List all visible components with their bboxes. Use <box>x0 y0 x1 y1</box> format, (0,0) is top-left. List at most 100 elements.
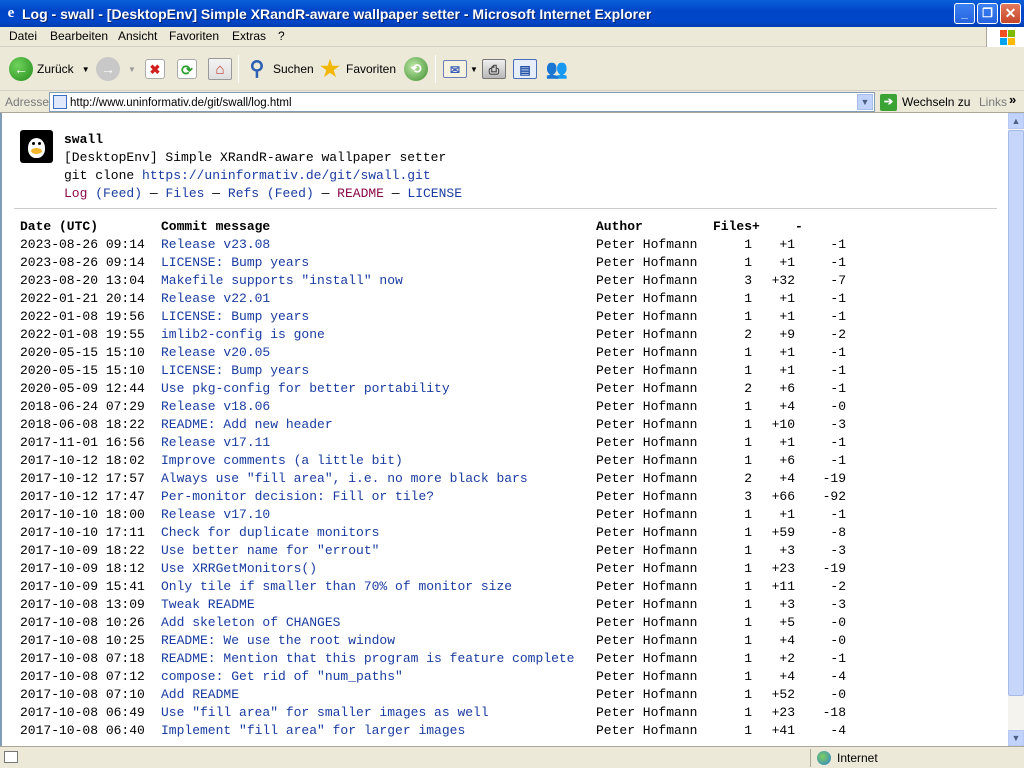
commit-files: 1 <box>744 578 753 594</box>
home-button[interactable]: ⌂ <box>208 53 232 85</box>
commit-message-link[interactable]: Improve comments (a little bit) <box>161 453 403 468</box>
commit-message-link[interactable]: Use better name for "errout" <box>161 543 379 558</box>
commit-message-link[interactable]: Add README <box>161 687 239 702</box>
mail-button[interactable]: ✉ ▼ <box>443 53 478 85</box>
commit-date: 2018-06-08 18:22 <box>20 416 145 432</box>
commit-added: +23 <box>771 704 796 720</box>
menu-view[interactable]: Ansicht <box>118 29 157 43</box>
commit-files: 1 <box>744 506 753 522</box>
menu-file[interactable]: Datei <box>9 29 37 43</box>
nav-license-link[interactable]: LICENSE <box>407 186 462 201</box>
clone-url-link[interactable]: https://uninformativ.de/git/swall.git <box>142 168 431 183</box>
commit-files: 2 <box>744 470 753 486</box>
commit-files: 1 <box>744 398 753 414</box>
commit-date: 2023-08-26 09:14 <box>20 254 145 270</box>
scroll-down-icon[interactable]: ▼ <box>1008 730 1024 746</box>
commit-added: +1 <box>779 362 796 378</box>
commit-message-link[interactable]: Release v20.05 <box>161 345 270 360</box>
history-button[interactable]: ⟲ <box>404 53 428 85</box>
refresh-button[interactable]: ⟳ <box>177 53 197 85</box>
table-row: 2017-10-12 17:47 Per-monitor decision: Fi… <box>20 487 846 505</box>
commit-message-link[interactable]: Tweak README <box>161 597 255 612</box>
commit-date: 2017-11-01 16:56 <box>20 434 145 450</box>
commit-date: 2017-10-08 06:40 <box>20 722 145 738</box>
window-title: Log - swall - [DesktopEnv] Simple XRandR… <box>22 6 652 22</box>
commit-message-link[interactable]: imlib2-config is gone <box>161 327 325 342</box>
commit-message-link[interactable]: compose: Get rid of "num_paths" <box>161 669 403 684</box>
commit-files: 1 <box>744 290 753 306</box>
nav-refs-feed-link[interactable]: Feed <box>275 186 306 201</box>
commit-date: 2022-01-08 19:55 <box>20 326 145 342</box>
maximize-button[interactable]: ❐ <box>977 3 998 24</box>
repo-description: [DesktopEnv] Simple XRandR-aware wallpap… <box>64 150 447 165</box>
scroll-thumb[interactable] <box>1008 130 1024 696</box>
commit-message-link[interactable]: Only tile if smaller than 70% of monitor… <box>161 579 512 594</box>
commit-message-link[interactable]: Always use "fill area", i.e. no more bla… <box>161 471 528 486</box>
mail-dropdown-icon[interactable]: ▼ <box>470 65 478 74</box>
close-button[interactable]: ✕ <box>1000 3 1021 24</box>
commit-message-link[interactable]: Release v18.06 <box>161 399 270 414</box>
commit-message-link[interactable]: LICENSE: Bump years <box>161 255 309 270</box>
address-box[interactable]: ▼ <box>49 92 875 112</box>
forward-dropdown-icon[interactable]: ▼ <box>128 65 136 74</box>
search-button[interactable]: ⚲ Suchen <box>245 53 314 85</box>
commit-message-link[interactable]: README: Mention that this program is fea… <box>161 651 574 666</box>
commit-author: Peter Hofmann <box>596 596 698 612</box>
commit-added: +1 <box>779 290 796 306</box>
star-icon: ★ <box>320 56 340 81</box>
stop-button[interactable]: ✖ <box>145 53 165 85</box>
page-icon <box>53 95 67 109</box>
print-button[interactable]: ⎙ <box>482 53 506 85</box>
nav-readme-link[interactable]: README <box>337 186 384 201</box>
commit-message-link[interactable]: Release v22.01 <box>161 291 270 306</box>
menu-help[interactable]: ? <box>278 29 285 43</box>
commit-message-link[interactable]: Per-monitor decision: Fill or tile? <box>161 489 434 504</box>
menu-favorites[interactable]: Favoriten <box>169 29 219 43</box>
commit-author: Peter Hofmann <box>596 470 698 486</box>
commit-message-link[interactable]: README: Add new header <box>161 417 333 432</box>
commit-message-link[interactable]: Implement "fill area" for larger images <box>161 723 465 738</box>
favorites-button[interactable]: ★ Favoriten <box>318 53 396 85</box>
go-button[interactable]: ➔ Wechseln zu <box>880 92 970 112</box>
commit-added: +5 <box>779 614 796 630</box>
edit-button[interactable]: ▤ <box>513 53 537 85</box>
messenger-button[interactable]: 👥 <box>545 53 569 85</box>
nav-files-link[interactable]: Files <box>165 186 204 201</box>
commit-message-link[interactable]: Use pkg-config for better portability <box>161 381 450 396</box>
nav-log-link[interactable]: Log <box>64 186 87 201</box>
commit-removed: -1 <box>830 650 847 666</box>
nav-log-feed-link[interactable]: Feed <box>103 186 134 201</box>
title-bar[interactable]: e Log - swall - [DesktopEnv] Simple XRan… <box>0 0 1024 27</box>
links-label[interactable]: Links <box>979 95 1007 109</box>
commit-message-link[interactable]: Check for duplicate monitors <box>161 525 379 540</box>
table-row: 2017-10-09 15:41 Only tile if smaller tha… <box>20 577 846 595</box>
table-row: 2020-05-15 15:10 Release v20.05 Peter Hofm… <box>20 343 846 361</box>
back-dropdown-icon[interactable]: ▼ <box>82 65 90 74</box>
commit-message-link[interactable]: Makefile supports "install" now <box>161 273 403 288</box>
vertical-scrollbar[interactable]: ▲ ▼ <box>1008 113 1024 746</box>
commit-message-link[interactable]: LICENSE: Bump years <box>161 363 309 378</box>
table-row: 2017-10-09 18:22 Use better name for "err… <box>20 541 846 559</box>
commit-message-link[interactable]: Add skeleton of CHANGES <box>161 615 340 630</box>
back-button[interactable]: ← Zurück ▼ <box>9 53 90 85</box>
minimize-button[interactable]: _ <box>954 3 975 24</box>
address-dropdown-icon[interactable]: ▼ <box>857 94 873 110</box>
address-input[interactable] <box>70 95 850 110</box>
commit-message-link[interactable]: Use "fill area" for smaller images as we… <box>161 705 489 720</box>
commit-author: Peter Hofmann <box>596 632 698 648</box>
commit-removed: -1 <box>830 254 847 270</box>
commit-message-link[interactable]: Release v17.11 <box>161 435 270 450</box>
commit-message-link[interactable]: LICENSE: Bump years <box>161 309 309 324</box>
menu-edit[interactable]: Bearbeiten <box>50 29 108 43</box>
commit-message-link[interactable]: README: We use the root window <box>161 633 395 648</box>
commit-message-link[interactable]: Release v17.10 <box>161 507 270 522</box>
commit-message-link[interactable]: Use XRRGetMonitors() <box>161 561 317 576</box>
commit-message-link[interactable]: Release v23.08 <box>161 237 270 252</box>
menu-bar: Datei Bearbeiten Ansicht Favoriten Extra… <box>0 27 1024 47</box>
table-row: 2018-06-24 07:29 Release v18.06 Peter Hofm… <box>20 397 846 415</box>
menu-tools[interactable]: Extras <box>232 29 266 43</box>
scroll-up-icon[interactable]: ▲ <box>1008 113 1024 129</box>
nav-refs-link[interactable]: Refs <box>228 186 259 201</box>
chevron-right-icon[interactable]: » <box>1009 92 1016 107</box>
forward-button[interactable]: → ▼ <box>96 53 136 85</box>
